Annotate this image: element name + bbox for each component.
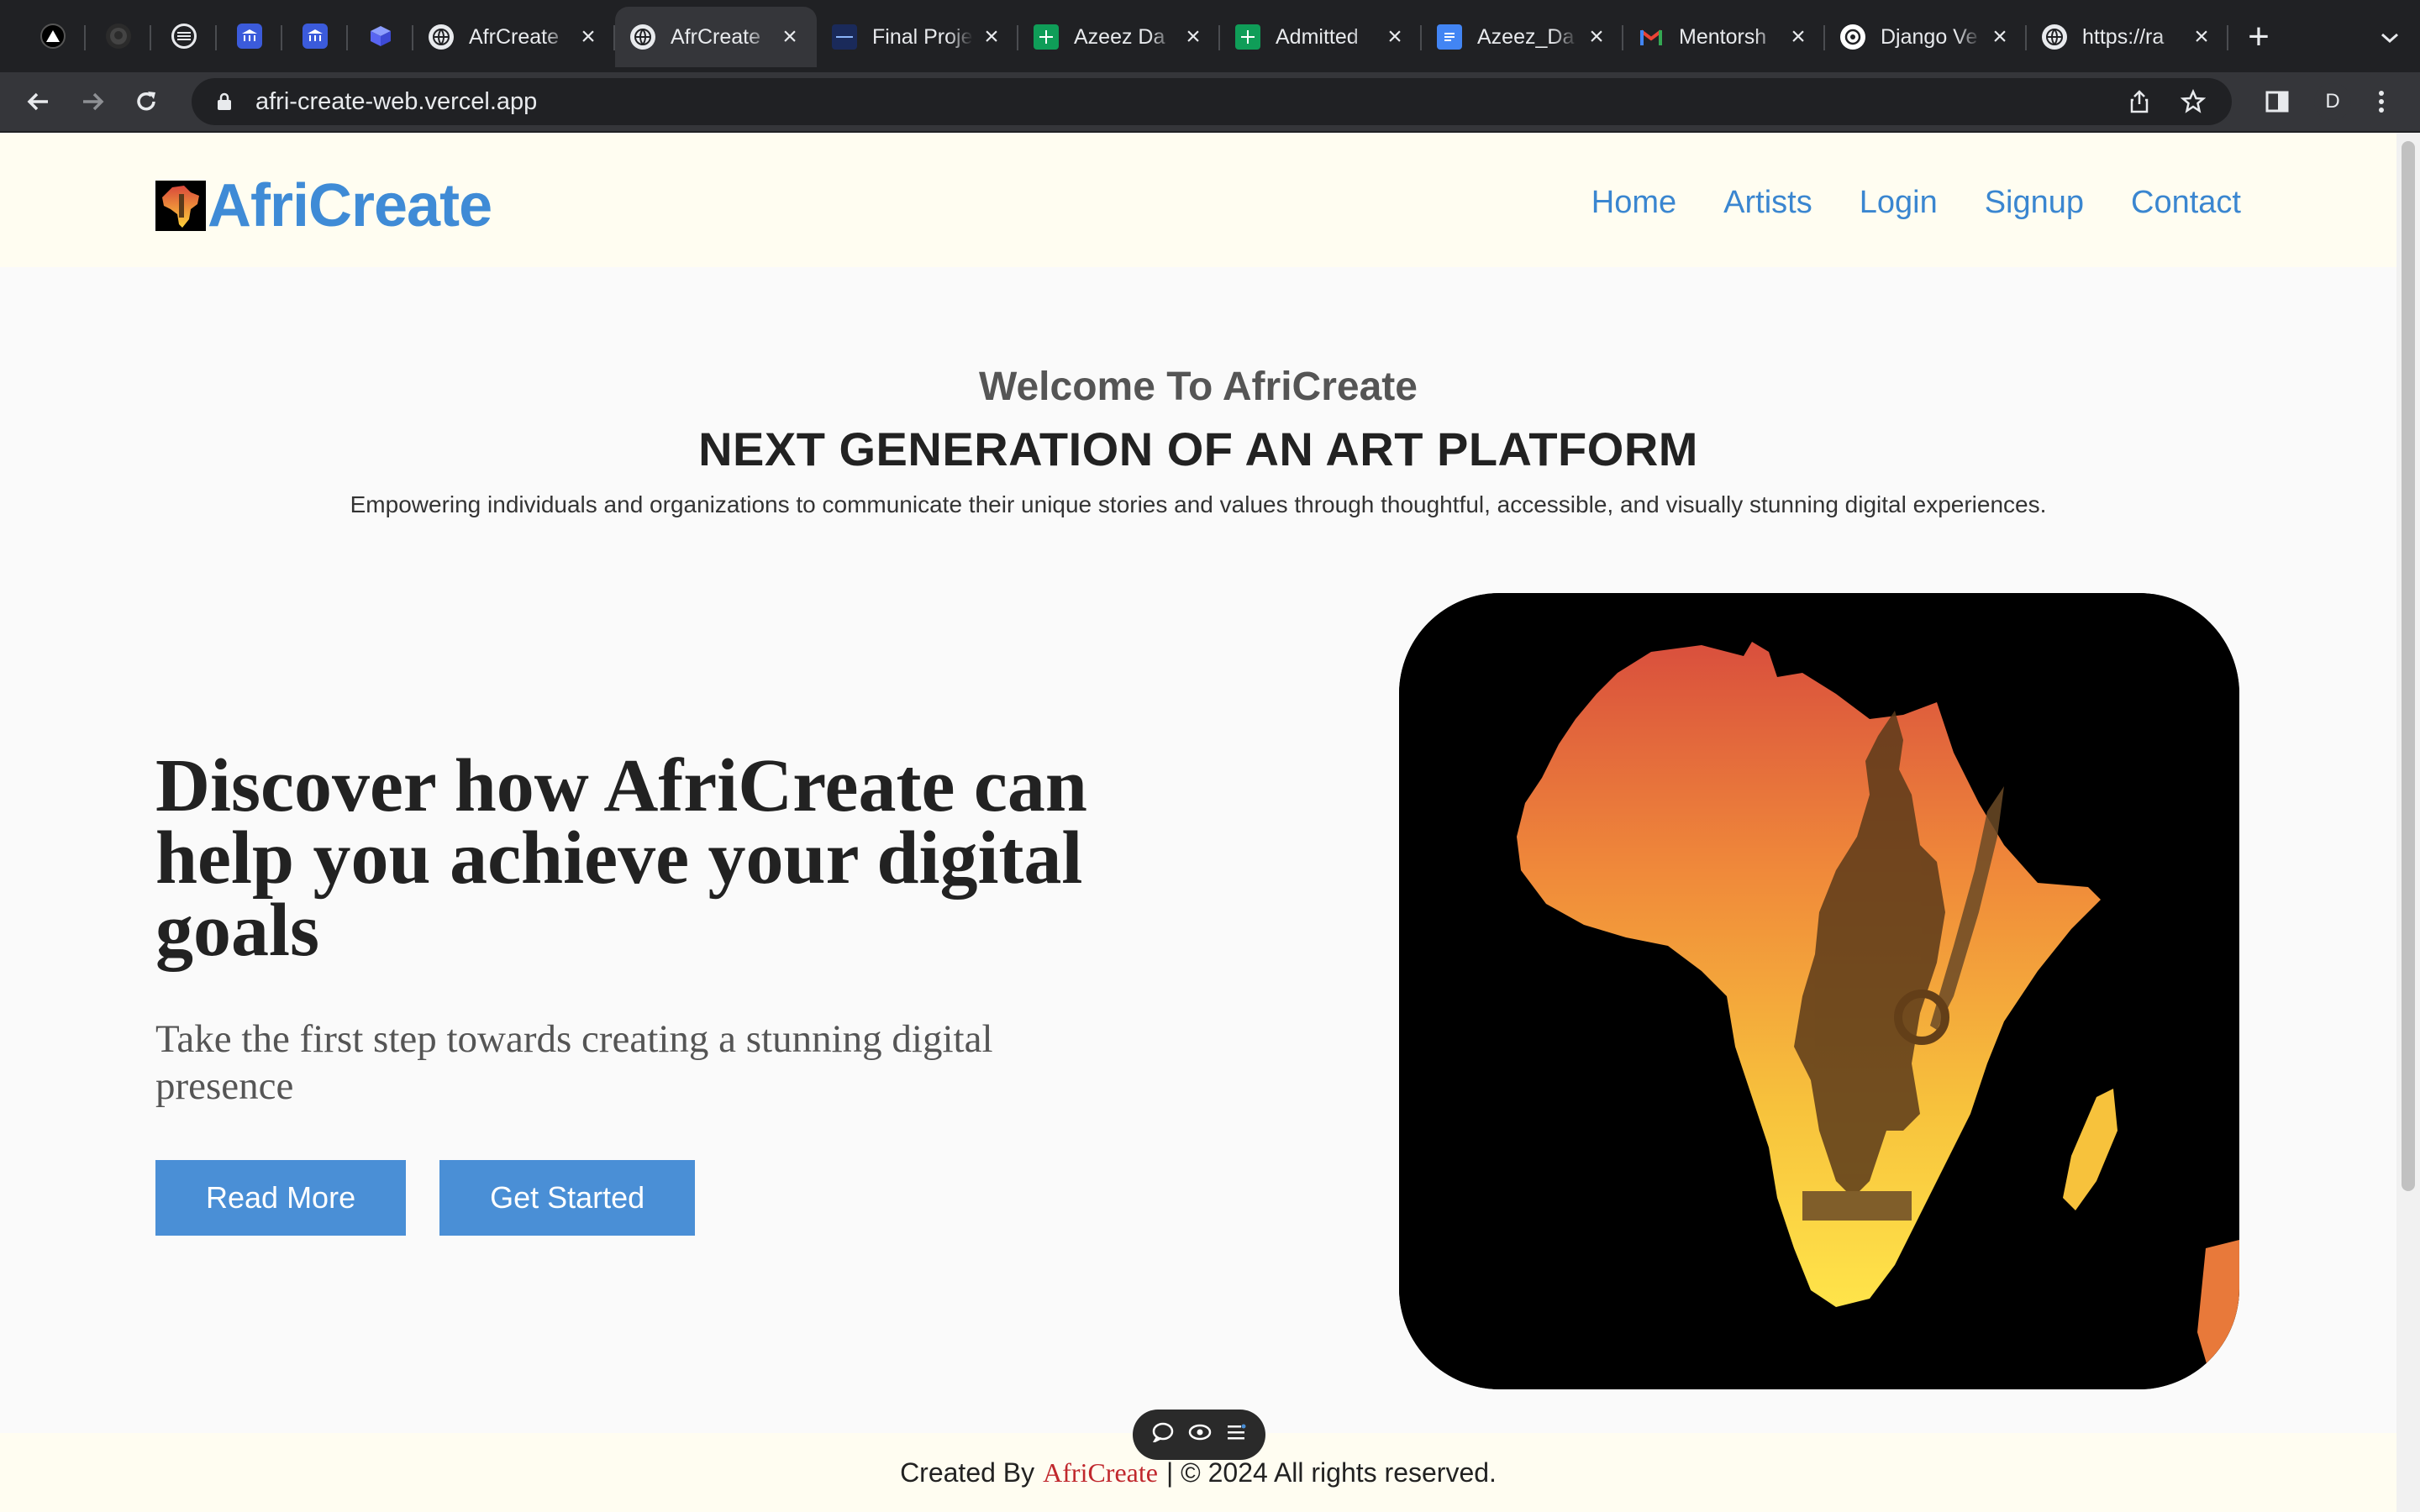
footer-brand-link[interactable]: AfriCreate — [1043, 1457, 1158, 1488]
tab-title: AfrCreate — [469, 24, 559, 49]
floating-toolbar — [1133, 1410, 1265, 1460]
close-icon[interactable]: × — [778, 24, 802, 50]
footer-copyright: | © 2024 All rights reserved. — [1165, 1457, 1497, 1488]
globe-icon — [429, 24, 454, 50]
browser-tab[interactable]: https://ra × — [2027, 7, 2228, 67]
hero-headline: Discover how AfriCreate can help you ach… — [155, 744, 1087, 972]
tab-title: Azeez Da — [1074, 24, 1165, 49]
nav-signup[interactable]: Signup — [1985, 185, 2084, 221]
hero-subheadline: Take the first step towards creating a s… — [155, 1017, 993, 1108]
logo-image — [155, 181, 206, 231]
reload-icon[interactable] — [123, 78, 170, 125]
openai-icon — [1840, 24, 1865, 50]
lock-icon[interactable] — [212, 89, 237, 114]
vercel-icon — [40, 24, 66, 49]
welcome-heading: Welcome To AfriCreate — [979, 365, 1418, 409]
side-panel-icon[interactable] — [2254, 78, 2301, 125]
pinned-tab-bank-1[interactable] — [217, 0, 282, 72]
site-logo[interactable]: AfriCreate — [155, 171, 492, 240]
comment-icon[interactable] — [1151, 1422, 1174, 1448]
close-icon[interactable]: × — [1988, 24, 2012, 50]
bookmark-star-icon[interactable] — [2175, 83, 2212, 120]
close-icon[interactable]: × — [1786, 24, 1810, 50]
browser-tab[interactable]: AfrCreate × — [413, 7, 615, 67]
close-icon[interactable]: × — [1585, 24, 1608, 50]
sheets-icon — [1235, 24, 1260, 50]
hero-intro: Welcome To AfriCreate NEXT GENERATION OF… — [0, 364, 2396, 518]
back-arrow-icon[interactable] — [15, 78, 62, 125]
gmail-icon — [1639, 24, 1664, 50]
cube-icon — [368, 24, 393, 49]
circle-lines-icon — [171, 24, 197, 49]
globe-icon — [2042, 24, 2067, 50]
main-nav: Home Artists Login Signup Contact — [1591, 185, 2241, 221]
globe-icon — [630, 24, 655, 50]
site-header: AfriCreate Home Artists Login Signup Con… — [0, 133, 2396, 267]
github-icon — [106, 24, 131, 49]
browser-tab[interactable]: Mentorsh × — [1623, 7, 1825, 67]
tab-title: Admitted — [1276, 24, 1359, 49]
pinned-tab-bank-2[interactable] — [282, 0, 348, 72]
nav-contact[interactable]: Contact — [2131, 185, 2241, 221]
browser-tab[interactable]: Final Proje × — [817, 7, 1018, 67]
get-started-button[interactable]: Get Started — [439, 1160, 696, 1236]
tab-title: Django Ve — [1881, 24, 1978, 49]
scrollbar-thumb[interactable] — [2402, 141, 2415, 1191]
browser-tab[interactable]: Azeez Da × — [1018, 7, 1220, 67]
close-icon[interactable]: × — [1181, 24, 1205, 50]
nav-artists[interactable]: Artists — [1723, 185, 1812, 221]
browser-tab[interactable]: Django Ve × — [1825, 7, 2027, 67]
close-icon[interactable]: × — [1383, 24, 1407, 50]
browser-tab-active[interactable]: AfrCreate × — [615, 7, 817, 67]
tab-title: Mentorsh — [1679, 24, 1767, 49]
cta-buttons: Read More Get Started — [155, 1160, 1097, 1236]
read-more-button[interactable]: Read More — [155, 1160, 407, 1236]
browser-toolbar: afri-create-web.vercel.app D — [0, 72, 2420, 133]
tab-title: AfrCreate — [671, 24, 760, 49]
footer-prefix: Created By — [900, 1457, 1035, 1488]
hero-content: Discover how AfriCreate can help you ach… — [155, 744, 1097, 1236]
pinned-tab-circle[interactable] — [151, 0, 217, 72]
docs-icon — [1437, 24, 1462, 50]
page-viewport: AfriCreate Home Artists Login Signup Con… — [0, 133, 2396, 1512]
eye-icon[interactable] — [1188, 1423, 1212, 1446]
pinned-tabs — [0, 0, 413, 72]
intro-paragraph: Empowering individuals and organizations… — [350, 491, 2047, 517]
profile-avatar[interactable]: D — [2314, 83, 2351, 120]
url-text[interactable]: afri-create-web.vercel.app — [255, 88, 2104, 116]
forward-arrow-icon[interactable] — [69, 78, 116, 125]
tagline-heading: NEXT GENERATION OF AN ART PLATFORM — [698, 423, 1698, 475]
pinned-tab-vercel[interactable] — [20, 0, 86, 72]
close-icon[interactable]: × — [980, 24, 1003, 50]
bank-icon — [302, 24, 328, 49]
close-icon[interactable]: × — [2190, 24, 2213, 50]
more-menu-icon[interactable] — [2358, 78, 2405, 125]
tab-title: Azeez_Da — [1477, 24, 1575, 49]
share-icon[interactable] — [2121, 83, 2158, 120]
close-icon[interactable]: × — [576, 24, 600, 50]
nav-login[interactable]: Login — [1860, 185, 1938, 221]
browser-tab[interactable]: Admitted × — [1220, 7, 1422, 67]
tab-title: Final Proje — [872, 24, 973, 49]
tab-search-chevron-icon[interactable] — [2380, 24, 2400, 50]
africa-statue-image — [1399, 593, 2239, 1389]
pinned-tab-github[interactable] — [86, 0, 151, 72]
doc-dark-icon — [832, 24, 857, 50]
sheets-icon — [1034, 24, 1059, 50]
address-bar[interactable]: afri-create-web.vercel.app — [192, 78, 2232, 125]
new-tab-button[interactable]: + — [2233, 7, 2284, 67]
tab-title: https://ra — [2082, 24, 2165, 49]
bank-icon — [237, 24, 262, 49]
brand-name: AfriCreate — [208, 172, 492, 239]
page-scrollbar[interactable] — [2396, 133, 2420, 1512]
pinned-tab-cube[interactable] — [348, 0, 413, 72]
nav-home[interactable]: Home — [1591, 185, 1676, 221]
browser-tab[interactable]: Azeez_Da × — [1422, 7, 1623, 67]
list-menu-icon[interactable] — [1226, 1423, 1246, 1447]
browser-tab-strip: AfrCreate × AfrCreate × Final Proje × Az… — [0, 0, 2420, 72]
